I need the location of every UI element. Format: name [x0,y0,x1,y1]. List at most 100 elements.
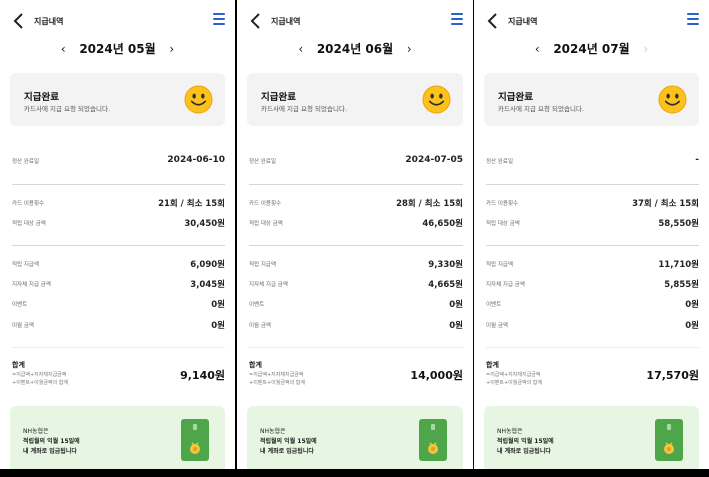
menu-button[interactable] [213,13,225,27]
event-row: 이벤트 0원 [486,298,699,310]
local-pay-value: 4,665원 [428,280,463,290]
promo-line-1: NH농협은 [23,428,49,435]
menu-button[interactable] [687,13,699,27]
status-title: 지급완료 [498,92,533,103]
accum-pay-row: 적립 지급액 11,710원 [486,258,699,270]
bottom-edge [474,469,709,477]
total-formula-line-1: =지급액+지자체지급금액 [249,372,304,378]
promo-line-2: 적립월의 익월 15일에 [260,438,317,445]
carryover-value: 0원 [685,321,699,331]
current-month: 2024년 06월 [316,42,394,56]
hamburger-menu-icon [687,13,699,15]
accum-target-value: 30,450원 [184,219,225,229]
status-title: 지급완료 [24,92,59,103]
back-button[interactable] [249,12,263,30]
page-title: 지급내역 [508,17,538,26]
card-uses-row: 카드 이용횟수 37회 / 최소 15회 [486,197,699,209]
local-pay-row: 지자체 지급 금액 3,045원 [12,278,225,290]
local-pay-value: 5,855원 [664,280,699,290]
accum-target-row: 적립 대상 금액 30,450원 [12,217,225,229]
chevron-left-icon [487,13,497,29]
top-bar: 지급내역 [0,10,235,34]
accum-pay-label: 적립 지급액 [486,262,514,268]
local-pay-label: 지자체 지급 금액 [486,282,525,288]
divider [249,184,463,185]
prev-month-button[interactable]: ‹ [294,42,308,56]
page-title: 지급내역 [34,17,64,26]
month-navigator: ‹ 2024년 06월 › [237,38,473,57]
divider [486,184,699,185]
carryover-value: 0원 [449,321,463,331]
total-row: 합계 =지급액+지자체지급금액 +이벤트+이월금액의 합계 14,000원 [249,357,463,391]
carryover-row: 이월 금액 0원 [486,319,699,331]
divider [249,347,463,348]
divider [249,245,463,246]
settlement-date-label: 정산 완료일 [12,159,40,165]
total-title: 합계 [12,361,25,369]
local-pay-label: 지자체 지급 금액 [12,282,51,288]
accum-pay-label: 적립 지급액 [12,262,40,268]
divider [486,347,699,348]
hamburger-menu-icon [451,13,463,15]
prev-month-button[interactable]: ‹ [56,42,70,56]
promo-line-3: 내 계좌로 입금됩니다 [260,448,314,455]
event-value: 0원 [211,300,225,310]
prev-month-button[interactable]: ‹ [530,42,544,56]
total-formula-line-2: +이벤트+이월금액의 합계 [249,380,305,386]
total-value: 9,140원 [180,369,225,382]
settlement-date-row: 정산 완료일 - [486,155,699,167]
accum-target-value: 58,550원 [658,219,699,229]
payment-status-box: 지급완료 카드사에 지급 요청 되었습니다. [247,73,463,126]
next-month-button[interactable]: › [165,42,179,56]
carryover-label: 이월 금액 [486,323,508,329]
current-month: 2024년 07월 [553,42,630,56]
month-navigator: ‹ 2024년 05월 › [0,38,235,57]
bottom-edge [0,469,235,477]
settlement-date-label: 정산 완료일 [249,159,277,165]
next-month-button[interactable]: › [402,42,416,56]
payment-status-box: 지급완료 카드사에 지급 요청 되었습니다. [10,73,225,126]
back-button[interactable] [12,12,26,30]
menu-button[interactable] [451,13,463,27]
bottom-edge [237,469,473,477]
local-pay-label: 지자체 지급 금액 [249,282,288,288]
screen-may: 지급내역 ‹ 2024년 05월 › 지급완료 카드사에 지급 요청 되었습니다… [0,0,235,477]
card-uses-value: 28회 / 최소 15회 [396,199,463,209]
event-label: 이벤트 [486,302,502,308]
status-description: 카드사에 지급 요청 되었습니다. [498,105,585,113]
accum-pay-row: 적립 지급액 9,330원 [249,258,463,270]
total-value: 14,000원 [410,369,463,382]
event-value: 0원 [449,300,463,310]
status-title: 지급완료 [261,92,296,103]
card-uses-label: 카드 이용횟수 [486,201,519,207]
event-value: 0원 [685,300,699,310]
promo-banner: NH농협은 적립월의 익월 15일에 내 계좌로 입금됩니다 [484,406,699,477]
total-title: 합계 [486,361,499,369]
accum-target-row: 적립 대상 금액 46,650원 [249,217,463,229]
month-navigator: ‹ 2024년 07월 › [474,38,709,57]
accum-target-row: 적립 대상 금액 58,550원 [486,217,699,229]
settlement-date-value: - [695,155,699,165]
accum-pay-value: 9,330원 [428,260,463,270]
smiley-face-icon [422,85,451,114]
event-row: 이벤트 0원 [249,298,463,310]
top-bar: 지급내역 [474,10,709,34]
green-card-icon [181,419,209,461]
total-title: 합계 [249,361,262,369]
promo-banner: NH농협은 적립월의 익월 15일에 내 계좌로 입금됩니다 [10,406,225,477]
chevron-left-icon [250,13,260,29]
smiley-face-icon [658,85,687,114]
promo-line-2: 적립월의 익월 15일에 [497,438,554,445]
payment-status-box: 지급완료 카드사에 지급 요청 되었습니다. [484,73,699,126]
next-month-button-disabled: › [643,41,649,56]
carryover-label: 이월 금액 [12,323,34,329]
card-uses-row: 카드 이용횟수 21회 / 최소 15회 [12,197,225,209]
back-button[interactable] [486,12,500,30]
current-month: 2024년 05월 [79,42,156,56]
accum-target-label: 적립 대상 금액 [486,221,520,227]
status-description: 카드사에 지급 요청 되었습니다. [261,105,348,113]
screens-container: 지급내역 ‹ 2024년 05월 › 지급완료 카드사에 지급 요청 되었습니다… [0,0,709,477]
carryover-row: 이월 금액 0원 [249,319,463,331]
settlement-date-value: 2024-06-10 [167,155,225,165]
settlement-date-row: 정산 완료일 2024-07-05 [249,155,463,167]
